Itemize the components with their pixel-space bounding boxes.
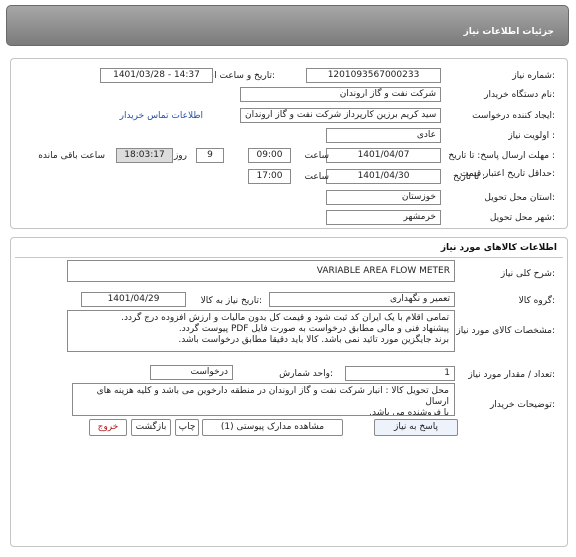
priority-label: اولویت نیاز : (508, 131, 555, 141)
summary-label: شرح کلی نیاز: (500, 269, 555, 279)
buyer-notes-label: توضیحات خریدار: (489, 400, 555, 410)
reply-time-field: 09:00 (248, 148, 291, 163)
print-button[interactable]: چاپ (175, 419, 199, 436)
announce-datetime-field: 1401/03/28 - 14:37 (100, 68, 213, 83)
qty-field: 1 (345, 366, 455, 381)
reply-deadline-label: مهلت ارسال پاسخ: تا تاریخ : (448, 151, 555, 161)
view-attachments-button[interactable]: مشاهده مدارک پیوستی (1) (202, 419, 343, 436)
need-date-label: تاریخ نیاز به کالا: (200, 296, 262, 306)
validity-to-label: تا تاریخ : (453, 172, 485, 182)
goods-info-panel: اطلاعات کالاهای مورد نیاز شرح کلی نیاز: … (10, 237, 568, 547)
goods-header-divider (15, 257, 563, 258)
unit-field: درخواست (150, 365, 233, 380)
buyer-org-label: نام دستگاه خریدار: (484, 90, 555, 100)
spec-line-3: برند جایگزین مورد تائید نمی باشد. کالا ب… (178, 335, 449, 345)
page-title: جزئیات اطلاعات نیاز (463, 27, 554, 37)
goods-header: اطلاعات کالاهای مورد نیاز (440, 243, 557, 253)
buyer-notes-textarea: محل تحویل کالا : انبار شرکت نفت و گاز ار… (72, 383, 455, 416)
summary-field: VARIABLE AREA FLOW METER (67, 260, 455, 282)
reply-date-field: 1401/04/07 (326, 148, 441, 163)
unit-label: واحد شمارش: (279, 369, 333, 379)
priority-field: عادی (326, 128, 441, 143)
province-label: استان محل تحویل: (484, 193, 555, 203)
validity-date-field: 1401/04/30 (326, 169, 441, 184)
request-info-panel: شماره نیاز: 1201093567000233 تاریخ و ساع… (10, 58, 568, 229)
qty-label: تعداد / مقدار مورد نیاز: (468, 370, 555, 380)
city-label: شهر محل تحویل: (489, 213, 555, 223)
back-button[interactable]: بازگشت (131, 419, 171, 436)
buyer-notes-line-2: با فروشنده می باشد. (369, 408, 449, 416)
reply-time-label: ساعت (304, 151, 330, 161)
summary-text: VARIABLE AREA FLOW METER (316, 266, 450, 276)
remaining-label: ساعت باقی مانده (38, 151, 105, 161)
need-number-field: 1201093567000233 (306, 68, 441, 83)
remaining-time-field: 18:03:17 (116, 148, 173, 163)
spec-line-1: تمامی اقلام با یک ایران کد ثبت شود و قیم… (121, 313, 449, 323)
spec-line-2: پیشنهاد فنی و مالی مطابق درخواست به صورت… (178, 324, 449, 334)
need-number-label: شماره نیاز: (512, 71, 555, 81)
creator-label: ایجاد کننده درخواست: (472, 111, 555, 121)
reply-button[interactable]: پاسخ به نیاز (374, 419, 458, 436)
city-field: خرمشهر (326, 210, 441, 225)
title-bar: جزئیات اطلاعات نیاز (6, 5, 569, 46)
validity-time-label: ساعت (304, 172, 330, 182)
exit-button[interactable]: خروج (89, 419, 127, 436)
group-label: گروه کالا: (518, 296, 555, 306)
group-field: تعمیر و نگهداری (269, 292, 455, 307)
buyer-notes-line-1: محل تحویل کالا : انبار شرکت نفت و گاز ار… (96, 386, 449, 407)
spec-textarea: تمامی اقلام با یک ایران کد ثبت شود و قیم… (67, 310, 455, 352)
spec-label: مشخصات کالای مورد نیاز: (456, 326, 555, 336)
province-field: خوزستان (326, 190, 441, 205)
buyer-contact-link[interactable]: اطلاعات تماس خریدار (120, 111, 203, 121)
buyer-org-field: شرکت نفت و گاز اروندان (240, 87, 441, 102)
days-field: 9 (196, 148, 224, 163)
validity-time-field: 17:00 (248, 169, 291, 184)
need-date-field: 1401/04/29 (81, 292, 186, 307)
creator-field: سید کریم برزین کارپرداز شرکت نفت و گاز ا… (240, 108, 441, 123)
